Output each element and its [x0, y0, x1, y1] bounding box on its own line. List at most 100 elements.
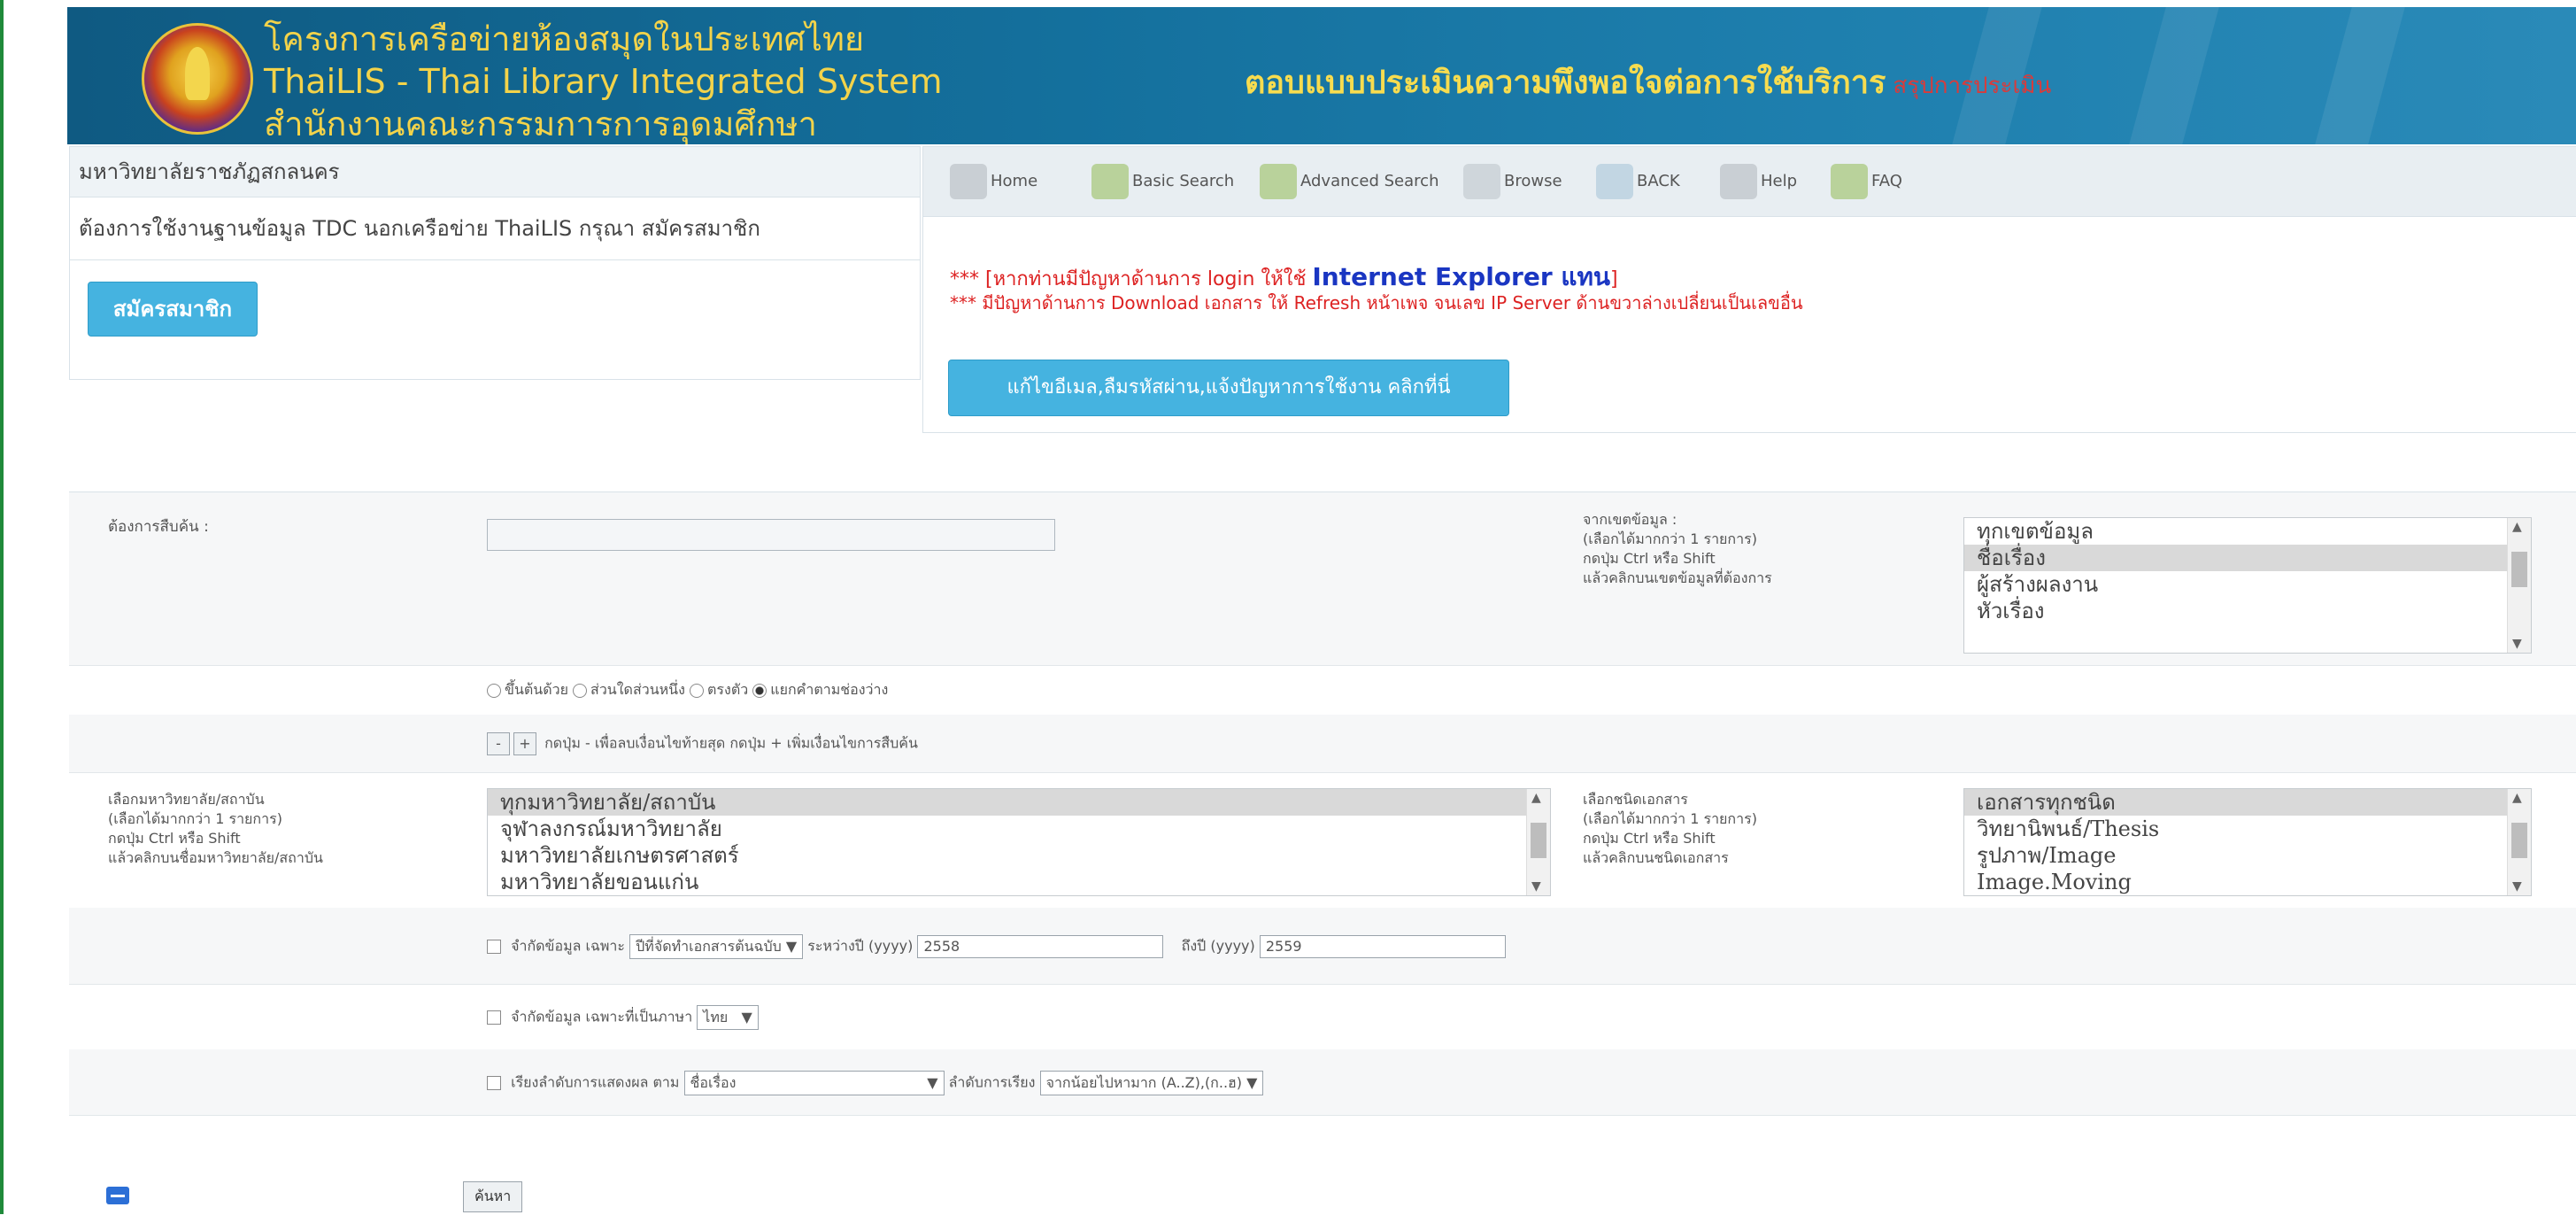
institution-option[interactable]: จุฬาลงกรณ์มหาวิทยาลัย: [488, 816, 1550, 842]
field-scrollbar[interactable]: ▲ ▼: [2507, 518, 2531, 653]
year-row: จำกัดข้อมูล เฉพาะ ปีที่จัดทำเอกสารต้นฉบั…: [69, 908, 2576, 985]
submit-row: [69, 1115, 2576, 1186]
search-row: ต้องการสืบค้น : จากเขตข้อมูล : (เลือกได้…: [69, 492, 2576, 666]
register-button[interactable]: สมัครสมาชิก: [88, 282, 258, 337]
home-icon: [950, 164, 987, 199]
nav-back-label[interactable]: BACK: [1637, 172, 1680, 190]
order-select[interactable]: จากน้อยไปหามาก (A..Z),(ก..ฮ) ▼: [1039, 1071, 1264, 1095]
sort-row: เรียงลำดับการแสดงผล ตาม ชื่อเรื่อง ▼ ลำดั…: [69, 1049, 2576, 1116]
nav-faq[interactable]: FAQ: [1831, 159, 1902, 204]
field-select[interactable]: ทุกเขตข้อมูล ชื่อเรื่อง ผู้สร้างผลงาน หั…: [1963, 517, 2532, 654]
field-help: จากเขตข้อมูล : (เลือกได้มากกว่า 1 รายการ…: [1583, 511, 1772, 586]
ie-hint: Internet Explorer แทน: [1312, 262, 1611, 291]
doctype-select[interactable]: เอกสารทุกชนิด วิทยานิพนธ์/Thesis รูปภาพ/…: [1963, 788, 2532, 896]
order-label: ลำดับการเรียง: [948, 1073, 1036, 1091]
doctype-option[interactable]: วิทยานิพนธ์/Thesis: [1964, 816, 2531, 842]
register-notice: ต้องการใช้งานฐานข้อมูล TDC นอกเครือข่าย …: [70, 197, 920, 260]
search-form: ต้องการสืบค้น : จากเขตข้อมูล : (เลือกได้…: [69, 491, 2576, 1215]
year-from-input[interactable]: 2558: [917, 935, 1164, 958]
browse-icon: [1463, 164, 1500, 199]
condition-controls: - + กดปุ่ม - เพื่อลบเงื่อนไขท้ายสุด กดปุ่…: [487, 732, 918, 755]
doctype-option[interactable]: เอกสารทุกชนิด: [1964, 789, 2531, 816]
sort-checkbox[interactable]: [487, 1076, 501, 1090]
search-submit-button[interactable]: ค้นหา: [463, 1181, 523, 1212]
field-option[interactable]: ผู้สร้างผลงาน: [1964, 571, 2531, 598]
survey-link[interactable]: ตอบแบบประเมินความพึงพอใจต่อการใช้บริการ ส…: [1245, 57, 2051, 107]
help-icon: [1720, 164, 1757, 199]
doctype-scrollbar[interactable]: ▲ ▼: [2507, 789, 2531, 895]
field-option[interactable]: ชื่อเรื่อง: [1964, 545, 2531, 571]
search-input[interactable]: [487, 519, 1055, 551]
field-option[interactable]: ทุกเขตข้อมูล: [1964, 518, 2531, 545]
sort-controls: เรียงลำดับการแสดงผล ตาม ชื่อเรื่อง ▼ ลำดั…: [487, 1071, 1264, 1095]
nav-advanced-label[interactable]: Advanced Search: [1300, 172, 1438, 190]
institution-select[interactable]: ทุกมหาวิทยาลัย/สถาบัน จุฬาลงกรณ์มหาวิทยา…: [487, 788, 1551, 896]
radio-label: ตรงตัว: [707, 681, 749, 698]
login-notice-text: *** [หากท่านมีปัญหาด้านการ login ให้ใช้: [950, 268, 1307, 290]
language-checkbox[interactable]: [487, 1010, 501, 1025]
nav-browse[interactable]: Browse: [1463, 159, 1562, 204]
year-from-label: ระหว่างปี (yyyy): [807, 937, 914, 955]
radio-label: แยกคำตามช่องว่าง: [770, 681, 889, 698]
site-title: โครงการเครือข่ายห้องสมุดในประเทศไทย Thai…: [264, 18, 942, 144]
radio-exact[interactable]: [690, 683, 705, 698]
nav-faq-label[interactable]: FAQ: [1871, 172, 1902, 190]
advanced-search-icon: [1260, 164, 1297, 199]
title-agency: สำนักงานคณะกรรมการการอุดมศึกษา: [264, 104, 817, 143]
year-type-value: ปีที่จัดทำเอกสารต้นฉบับ: [636, 938, 782, 955]
nav-home-label[interactable]: Home: [991, 172, 1037, 190]
nav-back[interactable]: BACK: [1596, 159, 1680, 204]
nav-basic-search[interactable]: Basic Search: [1091, 159, 1234, 204]
add-condition-button[interactable]: +: [513, 732, 536, 755]
institution-option[interactable]: มหาวิทยาลัยเกษตรศาสตร์: [488, 842, 1550, 869]
sort-value: ชื่อเรื่อง: [690, 1074, 737, 1091]
year-type-select[interactable]: ปีที่จัดทำเอกสารต้นฉบับ ▼: [629, 934, 804, 959]
nav-home[interactable]: Home: [950, 159, 1037, 204]
year-to-label: ถึงปี (yyyy): [1181, 937, 1255, 955]
survey-label[interactable]: ตอบแบบประเมินความพึงพอใจต่อการใช้บริการ: [1245, 65, 1886, 101]
back-icon: [1596, 164, 1633, 199]
nav-help-label[interactable]: Help: [1761, 172, 1797, 190]
language-select[interactable]: ไทย ▼: [697, 1005, 759, 1030]
radio-split-words[interactable]: [752, 683, 767, 698]
radio-contains[interactable]: [573, 683, 588, 698]
doctype-option[interactable]: Image.Moving: [1964, 869, 2531, 895]
thailis-logo-icon[interactable]: [142, 23, 253, 135]
fix-account-button[interactable]: แก้ไขอีเมล,ลืมรหัสผ่าน,แจ้งปัญหาการใช้งา…: [948, 360, 1509, 416]
match-options: ขึ้นต้นด้วย ส่วนใดส่วนหนึ่ง ตรงตัว แยกคำ…: [487, 680, 888, 700]
site-header: โครงการเครือข่ายห้องสมุดในประเทศไทย Thai…: [67, 7, 2576, 144]
doctype-help: เลือกชนิดเอกสาร (เลือกได้มากกว่า 1 รายกา…: [1583, 791, 1757, 866]
year-to-input[interactable]: 2559: [1259, 935, 1506, 958]
sort-select[interactable]: ชื่อเรื่อง ▼: [683, 1071, 945, 1095]
nav-browse-label[interactable]: Browse: [1504, 172, 1562, 190]
nav-basic-label[interactable]: Basic Search: [1132, 172, 1234, 190]
title-thai: โครงการเครือข่ายห้องสมุดในประเทศไทย: [264, 19, 865, 58]
info-panel: Home Basic Search Advanced Search Browse…: [922, 146, 2576, 433]
year-limit-checkbox[interactable]: [487, 940, 501, 954]
language-label: จำกัดข้อมูล เฉพาะที่เป็นภาษา: [511, 1008, 693, 1025]
nav-toolbar: Home Basic Search Advanced Search Browse…: [923, 147, 2576, 217]
nav-advanced-search[interactable]: Advanced Search: [1260, 159, 1438, 204]
search-label: ต้องการสืบค้น :: [108, 518, 209, 536]
doctype-option[interactable]: รูปภาพ/Image: [1964, 842, 2531, 869]
collapse-icon[interactable]: [106, 1187, 129, 1204]
survey-summary-link[interactable]: สรุปการประเมิน: [1893, 73, 2051, 99]
match-row: ขึ้นต้นด้วย ส่วนใดส่วนหนึ่ง ตรงตัว แยกคำ…: [69, 665, 2576, 716]
condition-row: - + กดปุ่ม - เพื่อลบเงื่อนไขท้ายสุด กดปุ่…: [69, 715, 2576, 773]
download-notice: *** มีปัญหาด้านการ Download เอกสาร ให้ R…: [950, 292, 1803, 313]
remove-condition-button[interactable]: -: [487, 732, 510, 755]
year-limit-label: จำกัดข้อมูล เฉพาะ: [511, 937, 626, 955]
radio-starts-with[interactable]: [487, 683, 501, 698]
header-decoration: [2129, 7, 2219, 144]
institution-option[interactable]: มหาวิทยาลัยขอนแก่น: [488, 869, 1550, 895]
institution-scrollbar[interactable]: ▲ ▼: [1526, 789, 1550, 895]
nav-help[interactable]: Help: [1720, 159, 1797, 204]
language-limit: จำกัดข้อมูล เฉพาะที่เป็นภาษา ไทย ▼: [487, 1005, 759, 1030]
basic-search-icon: [1091, 164, 1129, 199]
login-notice-end: ]: [1610, 268, 1618, 290]
field-option[interactable]: หัวเรื่อง: [1964, 598, 2531, 624]
condition-help: กดปุ่ม - เพื่อลบเงื่อนไขท้ายสุด กดปุ่ม +…: [544, 734, 918, 752]
institution-name: มหาวิทยาลัยราชภัฏสกลนคร: [70, 147, 920, 197]
institution-option[interactable]: ทุกมหาวิทยาลัย/สถาบัน: [488, 789, 1550, 816]
radio-label: ขึ้นต้นด้วย: [505, 681, 568, 698]
